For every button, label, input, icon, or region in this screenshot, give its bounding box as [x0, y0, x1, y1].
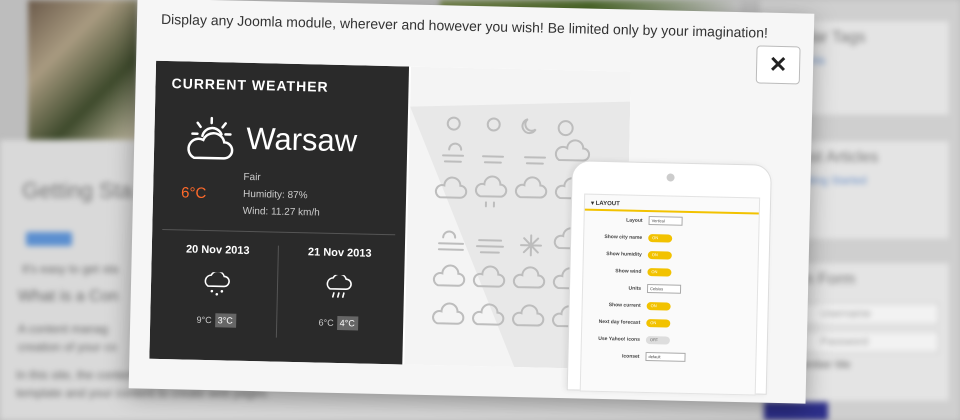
- layout-select[interactable]: Vertical: [648, 216, 683, 226]
- forecast-high: 6°C: [318, 317, 334, 328]
- setting-label: Layout: [626, 217, 643, 224]
- show-current-toggle[interactable]: ON: [646, 301, 671, 311]
- wind-text: Wind: 11.27 km/h: [242, 205, 320, 219]
- article-text: creation of your co: [18, 340, 117, 354]
- forecast-date: 21 Nov 2013: [307, 246, 372, 260]
- weather-details: Fair Humidity: 87% Wind: 11.27 km/h: [243, 169, 321, 222]
- setting-label: Units: [628, 285, 642, 292]
- login-button[interactable]: [764, 402, 828, 420]
- forecast-temps: 6°C 4°C: [280, 315, 396, 332]
- setting-label: Show current: [608, 301, 641, 309]
- tag-link[interactable]: omla: [791, 55, 949, 67]
- forecast-date: 20 Nov 2013: [185, 243, 250, 257]
- setting-label: Iconset: [621, 352, 640, 360]
- setting-label: Show wind: [615, 267, 642, 275]
- article-tag[interactable]: [26, 232, 72, 246]
- units-select[interactable]: Celsius: [646, 284, 682, 294]
- show-city-toggle[interactable]: ON: [648, 233, 673, 243]
- setting-row: Iconset default: [581, 347, 755, 368]
- weather-title: CURRENT WEATHER: [171, 75, 329, 95]
- article-intro: It's easy to get sta: [22, 262, 119, 276]
- humidity-text: Humidity: 87%: [242, 188, 308, 202]
- article-link[interactable]: etting Started: [791, 175, 949, 187]
- weather-widget: CURRENT WEATHER Warsaw 6°C Fair Humidity…: [149, 60, 410, 365]
- close-button[interactable]: ✕: [755, 45, 801, 85]
- article-image: [28, 0, 138, 140]
- show-humidity-toggle[interactable]: ON: [647, 250, 672, 260]
- box-title: est Articles: [801, 149, 879, 166]
- module-preview: CURRENT WEATHER Warsaw 6°C Fair Humidity…: [149, 60, 631, 370]
- login-form-box: in Form Username Password ember Me: [790, 262, 950, 402]
- phone-camera: [666, 173, 675, 182]
- password-field[interactable]: Password: [801, 331, 939, 353]
- setting-label: Use Yahoo! icons: [598, 335, 640, 343]
- username-field[interactable]: Username: [801, 303, 939, 325]
- forecast-low: 4°C: [336, 315, 358, 331]
- snow-cloud-icon: [204, 270, 230, 296]
- layout-settings-panel: ▾ LAYOUT Layout Vertical Show city name ON…: [579, 193, 761, 396]
- condition-text: Fair: [243, 171, 261, 184]
- next-day-forecast-toggle[interactable]: ON: [646, 318, 671, 328]
- forecast-high: 9°C: [196, 314, 212, 326]
- article-text: A content manag: [18, 322, 109, 336]
- yahoo-icons-toggle[interactable]: OFF: [645, 335, 670, 345]
- iconset-select[interactable]: default: [645, 351, 686, 362]
- box-title: in Form: [801, 271, 856, 288]
- phone-mockup: ▾ LAYOUT Layout Vertical Show city name ON…: [566, 160, 772, 396]
- show-wind-toggle[interactable]: ON: [647, 267, 672, 277]
- forecast-low: 3°C: [214, 313, 236, 328]
- divider: [275, 245, 279, 338]
- article-title[interactable]: Getting Sta: [22, 178, 132, 204]
- modal-heading: Display any Joomla module, wherever and …: [160, 10, 769, 41]
- setting-label: Show humidity: [606, 250, 642, 258]
- remember-me-label[interactable]: ember Me: [791, 359, 949, 371]
- city-name: Warsaw: [245, 120, 358, 159]
- article-heading: What is a Con: [18, 288, 119, 305]
- rain-cloud-icon: [326, 273, 352, 298]
- partly-cloudy-icon: [187, 116, 234, 160]
- forecast-temps: 9°C 3°C: [158, 312, 274, 329]
- popular-tags-box: ular Tags omla: [790, 20, 950, 116]
- latest-articles-box: est Articles etting Started: [790, 140, 950, 240]
- forecast-day: 21 Nov 2013 6°C 4°C: [280, 246, 398, 332]
- setting-label: Next day forecast: [598, 318, 641, 326]
- forecast-day: 20 Nov 2013 9°C 3°C: [158, 243, 276, 329]
- box-title: ular Tags: [801, 29, 866, 46]
- modal-dialog: Display any Joomla module, wherever and …: [128, 0, 815, 404]
- setting-label: Show city name: [604, 233, 643, 241]
- divider: [162, 228, 396, 236]
- current-temperature: 6°C: [180, 184, 207, 202]
